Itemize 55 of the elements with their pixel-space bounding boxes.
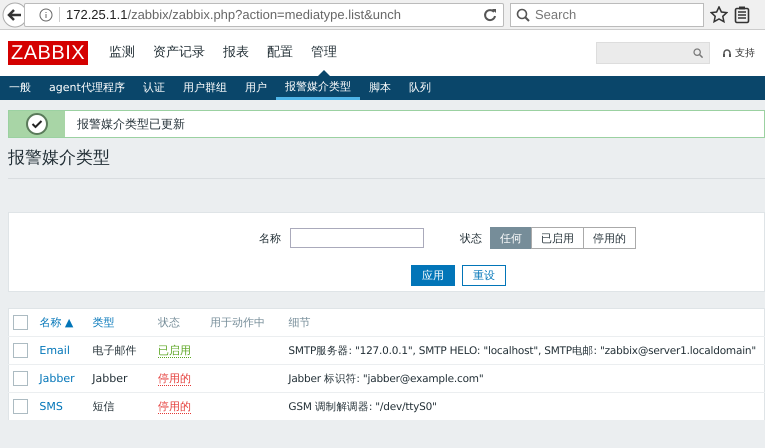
reload-icon[interactable] <box>483 8 497 22</box>
submenu-item[interactable]: agent代理程序 <box>40 76 134 100</box>
menu-item[interactable]: 报表 <box>214 30 258 76</box>
search-icon[interactable] <box>516 8 530 22</box>
page-title: 报警媒介类型 <box>8 146 765 179</box>
menu-item[interactable]: 监测 <box>100 30 144 76</box>
search-icon[interactable] <box>693 47 703 59</box>
name-field[interactable] <box>290 228 424 248</box>
submenu-item[interactable]: 队列 <box>400 76 440 100</box>
check-icon <box>26 113 48 135</box>
field-label: 名称 <box>259 230 281 246</box>
column-header[interactable]: 名称 ▲ <box>39 308 92 336</box>
table-cell: Jabber 标识符: "jabber@example.com" <box>288 364 764 392</box>
headset-icon[interactable] <box>722 48 732 58</box>
apply-button[interactable]: 应用 <box>411 265 455 286</box>
submenu-item[interactable]: 用户 <box>236 76 276 100</box>
address-bar[interactable]: 172.25.1.1/zabbix/zabbix.php?action=mediatype.list&unch <box>24 2 504 26</box>
column-header: 细节 <box>288 308 764 336</box>
menu-item[interactable]: 管理 <box>302 30 346 76</box>
info-icon[interactable] <box>39 8 53 22</box>
column-header: 用于动作中 <box>210 308 288 336</box>
zabbix-logo[interactable]: ZABBIX <box>8 41 88 65</box>
column-header: 状态 <box>158 308 210 336</box>
row-checkbox[interactable] <box>13 343 28 358</box>
media-type-link[interactable]: Jabber <box>39 372 75 385</box>
status-link[interactable]: 停用的 <box>158 400 191 414</box>
media-type-link[interactable]: SMS <box>39 400 63 413</box>
status-option[interactable]: 停用的 <box>583 227 636 249</box>
media-type-link[interactable]: Email <box>39 344 70 357</box>
select-all-checkbox[interactable] <box>13 315 28 330</box>
support-link[interactable]: 支持 <box>722 46 755 60</box>
search-field[interactable]: Search <box>510 2 704 26</box>
submenu-item[interactable]: 脚本 <box>360 76 400 100</box>
field-label: 状态 <box>460 230 482 246</box>
table-cell: SMTP服务器: "127.0.0.1", SMTP HELO: "localhost", SMTP电邮: "zabbix@server1.localdomain" <box>288 336 764 364</box>
reset-button[interactable]: 重设 <box>462 265 506 286</box>
table-cell: GSM 调制解调器: "/dev/ttyS0" <box>288 392 764 420</box>
message-text: 报警媒介类型已更新 <box>77 116 185 133</box>
column-header[interactable]: 类型 <box>92 308 158 336</box>
submenu-item[interactable]: 认证 <box>134 76 174 100</box>
row-checkbox[interactable] <box>13 371 28 386</box>
menu-item[interactable]: 配置 <box>258 30 302 76</box>
star-icon[interactable] <box>710 6 728 24</box>
submenu-item[interactable]: 用户群组 <box>174 76 236 100</box>
status-option[interactable]: 已启用 <box>531 227 584 249</box>
table-cell: Jabber <box>92 364 158 392</box>
row-checkbox[interactable] <box>13 399 28 414</box>
menu-item[interactable]: 资产记录 <box>144 30 214 76</box>
table-cell: 短信 <box>92 392 158 420</box>
reading-list-icon[interactable] <box>734 6 750 24</box>
status-link[interactable]: 停用的 <box>158 372 191 386</box>
table-cell: 电子邮件 <box>92 336 158 364</box>
submenu-item[interactable]: 一般 <box>0 76 40 100</box>
search-field[interactable] <box>596 42 710 64</box>
submenu-item[interactable]: 报警媒介类型 <box>276 76 360 100</box>
